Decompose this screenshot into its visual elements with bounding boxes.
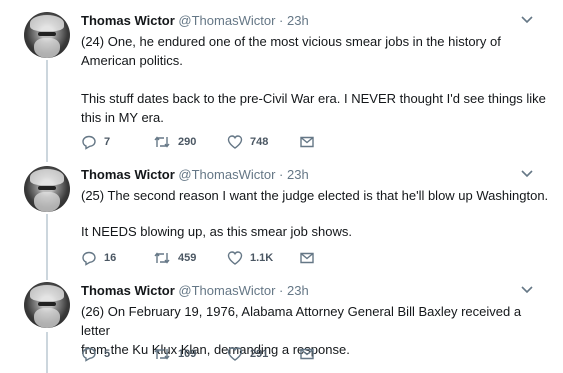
reply-button[interactable]: 5: [81, 344, 110, 364]
retweet-button[interactable]: 459: [153, 248, 196, 268]
retweet-count: 109: [178, 348, 197, 360]
reply-icon: [82, 135, 96, 150]
reply-button[interactable]: 16: [81, 248, 116, 268]
heart-icon: [227, 135, 243, 149]
tweet-actions: 5 109 291: [81, 344, 381, 364]
separator-dot: ·: [279, 283, 284, 298]
tweet[interactable]: Thomas Wictor @ThomasWictor · 23h (26) O…: [0, 282, 563, 373]
tweet-paragraph: This stuff dates back to the pre-Civil W…: [81, 91, 546, 125]
author-name[interactable]: Thomas Wictor: [81, 13, 175, 28]
retweet-button[interactable]: 109: [153, 344, 196, 364]
retweet-icon: [154, 136, 170, 148]
like-count: 291: [250, 348, 269, 360]
tweet[interactable]: Thomas Wictor @ThomasWictor · 23h (24) O…: [0, 12, 563, 162]
reply-icon: [82, 347, 96, 362]
reply-button[interactable]: 7: [81, 132, 110, 152]
timestamp[interactable]: 23h: [287, 13, 309, 28]
tweet-header: Thomas Wictor @ThomasWictor · 23h: [81, 282, 309, 300]
direct-message-button[interactable]: [299, 248, 315, 268]
reply-count: 7: [104, 136, 111, 148]
heart-icon: [227, 347, 243, 361]
envelope-icon: [300, 348, 314, 360]
chevron-down-icon[interactable]: [520, 169, 534, 179]
tweet[interactable]: Thomas Wictor @ThomasWictor · 23h (25) T…: [0, 166, 563, 278]
direct-message-button[interactable]: [299, 132, 315, 152]
author-name[interactable]: Thomas Wictor: [81, 283, 175, 298]
author-handle[interactable]: @ThomasWictor: [178, 167, 275, 182]
retweet-icon: [154, 252, 170, 264]
retweet-icon: [154, 348, 170, 360]
avatar[interactable]: [24, 166, 70, 212]
retweet-count: 290: [178, 136, 197, 148]
separator-dot: ·: [279, 167, 284, 182]
tweet-header: Thomas Wictor @ThomasWictor · 23h: [81, 166, 309, 184]
tweet-text: (25) The second reason I want the judge …: [81, 186, 551, 241]
author-name[interactable]: Thomas Wictor: [81, 167, 175, 182]
timestamp[interactable]: 23h: [287, 167, 309, 182]
author-handle[interactable]: @ThomasWictor: [178, 283, 275, 298]
tweet-actions: 7 290 748: [81, 132, 381, 152]
tweet-text: (24) One, he endured one of the most vic…: [81, 32, 551, 127]
tweet-paragraph: It NEEDS blowing up, as this smear job s…: [81, 224, 352, 239]
chevron-down-icon[interactable]: [520, 285, 534, 295]
like-button[interactable]: 1.1K: [227, 248, 273, 268]
reply-icon: [82, 251, 96, 266]
chevron-down-icon[interactable]: [520, 15, 534, 25]
tweet-paragraph: (25) The second reason I want the judge …: [81, 188, 549, 203]
tweet-paragraph: (24) One, he endured one of the most vic…: [81, 34, 501, 68]
reply-count: 16: [104, 252, 117, 264]
like-button[interactable]: 291: [227, 344, 268, 364]
avatar[interactable]: [24, 282, 70, 328]
like-count: 748: [250, 136, 269, 148]
author-handle[interactable]: @ThomasWictor: [178, 13, 275, 28]
like-button[interactable]: 748: [227, 132, 268, 152]
heart-icon: [227, 251, 243, 265]
retweet-count: 459: [178, 252, 197, 264]
avatar[interactable]: [24, 12, 70, 58]
direct-message-button[interactable]: [299, 344, 315, 364]
envelope-icon: [300, 252, 314, 264]
timestamp[interactable]: 23h: [287, 283, 309, 298]
reply-count: 5: [104, 348, 111, 360]
like-count: 1.1K: [250, 252, 274, 264]
tweet-header: Thomas Wictor @ThomasWictor · 23h: [81, 12, 309, 30]
retweet-button[interactable]: 290: [153, 132, 196, 152]
tweet-actions: 16 459 1.1K: [81, 248, 381, 268]
separator-dot: ·: [279, 13, 284, 28]
envelope-icon: [300, 136, 314, 148]
